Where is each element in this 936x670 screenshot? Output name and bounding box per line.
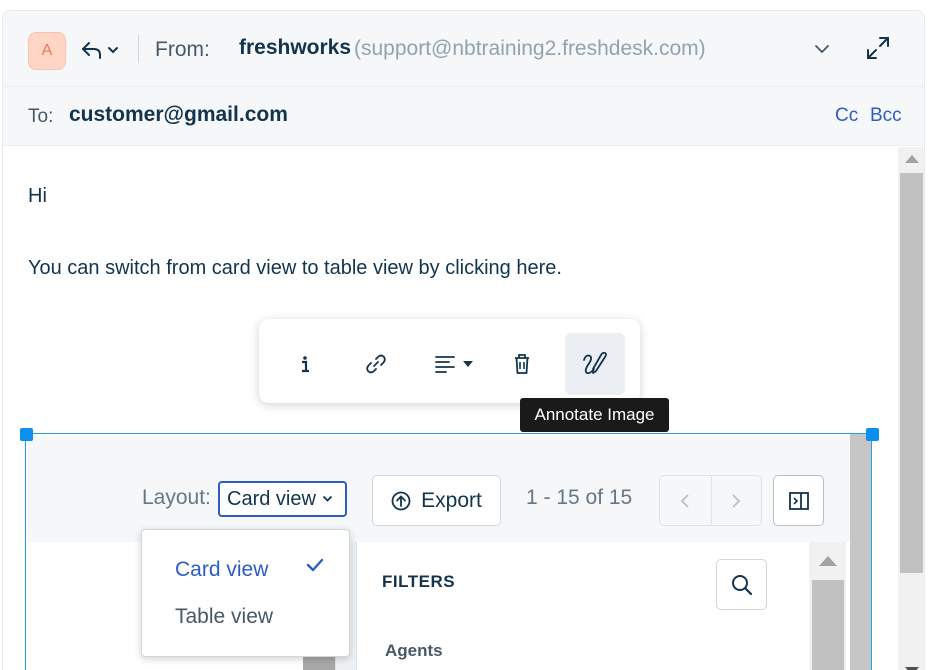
to-recipient[interactable]: customer@gmail.com [69,103,288,127]
reply-type-button[interactable] [81,36,127,64]
image-align-button[interactable] [429,333,479,395]
export-button[interactable]: Export [372,475,501,526]
layout-label: Layout: [142,486,211,509]
screenshot-scrollbar [850,434,871,670]
from-name[interactable]: freshworks [239,36,351,60]
agents-filter-label: Agents [385,641,443,660]
scroll-up-icon[interactable] [905,155,919,163]
chevron-right-icon [732,493,741,508]
body-line: You can switch from card view to table v… [28,257,562,279]
scroll-up-icon[interactable] [819,556,837,566]
resize-handle-top-left[interactable] [20,428,33,441]
trash-icon [515,354,529,374]
toggle-filter-panel-button[interactable] [773,475,824,526]
cc-button[interactable]: Cc [835,105,858,127]
layout-dropdown-menu: Card view Table view [141,529,350,657]
to-row: To: customer@gmail.com Cc Bcc [3,87,924,146]
scrollbar-thumb[interactable] [812,580,844,670]
info-icon [302,356,309,373]
expand-icon[interactable] [863,33,893,63]
from-email[interactable]: (support@nbtraining2.freshdesk.com) [354,37,706,61]
pagination-info: 1 - 15 of 15 [526,486,633,509]
chevron-down-icon [322,495,333,502]
annotate-image-tooltip: Annotate Image [520,398,669,432]
editor-scrollbar[interactable] [898,147,924,670]
annotate-pen-icon [583,351,607,375]
chevron-down-icon [108,47,118,54]
layout-select[interactable]: Card view [218,481,347,517]
screenshot-header: Layout: Card view Export 1 - 15 of 15 [28,436,850,542]
align-left-icon [435,356,455,373]
body-line: Hi [28,185,47,207]
layout-select-value: Card view [227,487,316,510]
filters-search-button[interactable] [716,559,767,610]
scrollbar-thumb[interactable] [900,173,923,573]
image-link-button[interactable] [354,333,398,395]
image-delete-button[interactable] [502,333,542,395]
divider [138,35,139,63]
resize-handle-top-right[interactable] [866,428,879,441]
avatar: A [28,32,66,70]
checkmark-icon [306,558,324,572]
export-label: Export [421,488,482,512]
filters-panel: FILTERS Agents [357,542,850,670]
search-icon [731,574,752,595]
reply-icon [82,42,101,59]
scroll-block [303,657,338,670]
filters-scrollbar[interactable] [809,542,846,670]
chevron-left-icon [680,493,689,508]
from-row: A From: freshworks (support@nbtraining2.… [3,11,924,87]
panel-collapse-icon [788,491,809,510]
annotate-image-button[interactable] [565,333,625,395]
filters-title: FILTERS [382,572,456,591]
next-page-button[interactable] [710,476,762,525]
bcc-button[interactable]: Bcc [870,105,902,127]
dropdown-option-table-view[interactable]: Table view [175,605,273,629]
dropdown-option-card-view[interactable]: Card view [175,558,268,582]
prev-page-button[interactable] [660,476,711,525]
upload-icon [391,491,411,510]
image-info-button[interactable] [283,333,327,395]
to-label: To: [28,106,54,127]
from-dropdown-chevron-icon[interactable] [810,39,834,59]
selected-image[interactable]: Layout: Card view Export 1 - 15 of 15 FI… [25,433,872,670]
image-toolbar [259,319,640,403]
from-label: From: [155,38,210,61]
link-icon [366,354,386,374]
pagination-controls [659,475,762,526]
caret-down-icon [463,361,473,367]
